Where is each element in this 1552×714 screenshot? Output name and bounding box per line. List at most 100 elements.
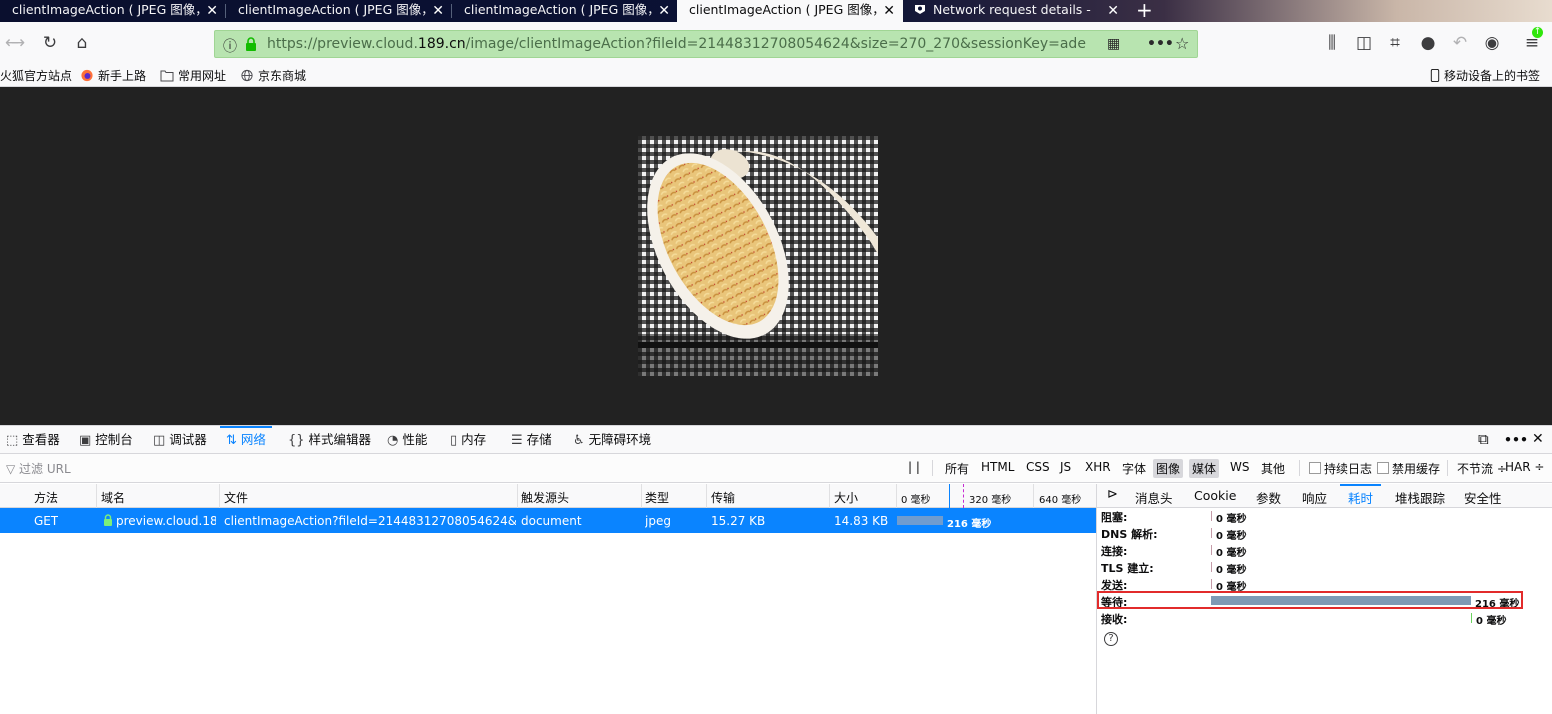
tab-response[interactable]: 响应 [1302, 488, 1327, 507]
timing-value: 0 毫秒 [1216, 531, 1247, 542]
devtools-tab-console[interactable]: ▣ 控制台 [79, 426, 133, 454]
filter-css[interactable]: CSS [1023, 459, 1053, 475]
bookmark-label: 京东商城 [258, 69, 307, 83]
dock-toggle-icon[interactable]: ⧉ [1478, 426, 1489, 454]
browser-tab-selected[interactable]: clientImageAction ( JPEG 图像， ✕ [677, 0, 903, 22]
tab-headers[interactable]: 消息头 [1135, 488, 1173, 507]
disable-cache-label[interactable]: 禁用缓存 [1389, 459, 1443, 478]
close-tab-icon[interactable]: ✕ [432, 1, 444, 21]
bookmark-item[interactable]: 火狐官方站点 [0, 67, 72, 84]
info-icon[interactable]: ⓘ [223, 36, 237, 56]
column-transferred[interactable]: 传输 [711, 489, 735, 506]
column-type[interactable]: 类型 [645, 489, 669, 506]
tab-security[interactable]: 安全性 [1464, 488, 1502, 507]
undo-icon[interactable]: ↶ [1450, 33, 1470, 53]
filter-xhr[interactable]: XHR [1082, 459, 1114, 475]
tab-strip: clientImageAction ( JPEG 图像， ✕ clientIma… [0, 0, 1552, 22]
timing-row-connect: 连接: 0 毫秒 [1101, 542, 1541, 559]
tab-timings[interactable]: 耗时 [1339, 484, 1382, 507]
lock-icon [104, 514, 112, 526]
filter-media[interactable]: 媒体 [1189, 459, 1220, 478]
tab-label: 控制台 [95, 432, 133, 447]
bookmark-item[interactable]: 新手上路 [80, 67, 146, 84]
filter-html[interactable]: HTML [978, 459, 1017, 475]
filter-other[interactable]: 其他 [1258, 459, 1288, 478]
browser-tab[interactable]: clientImageAction ( JPEG 图像， ✕ [452, 0, 678, 22]
console-icon: ▣ [79, 433, 92, 448]
library-icon[interactable]: ⫼ [1322, 33, 1342, 53]
browser-tab[interactable]: Network request details - Fir ✕ [903, 0, 1127, 22]
url-bar[interactable]: ⓘ https://preview.cloud.189.cn/image/cli… [214, 30, 1198, 58]
divider [932, 460, 933, 476]
pause-button[interactable]: | | [905, 459, 923, 475]
filter-js[interactable]: JS [1057, 459, 1074, 475]
screenshot-icon[interactable]: ⌗ [1385, 33, 1405, 53]
column-method[interactable]: 方法 [34, 489, 58, 506]
column-divider [896, 484, 897, 508]
lock-icon [246, 37, 256, 51]
tab-cookies[interactable]: Cookie [1194, 488, 1236, 503]
url-text[interactable]: https://preview.cloud.189.cn/image/clien… [267, 36, 1087, 52]
bookmark-item[interactable]: 京东商城 [240, 67, 306, 84]
network-favicon-icon [915, 5, 925, 14]
chat-icon[interactable]: ● [1418, 33, 1438, 53]
tab-label: 性能 [402, 432, 428, 447]
tab-stack-trace[interactable]: 堆栈跟踪 [1395, 488, 1445, 507]
filter-ws[interactable]: WS [1227, 459, 1252, 475]
sidebar-icon[interactable]: ◫ [1354, 33, 1374, 53]
reload-icon[interactable]: ↻ [40, 33, 60, 53]
new-tab-button[interactable]: + [1136, 0, 1153, 22]
devtools-tab-inspector[interactable]: ⬚ 查看器 [6, 426, 60, 454]
home-icon[interactable]: ⌂ [72, 33, 92, 53]
devtools-tab-performance[interactable]: ◔ 性能 [387, 426, 427, 454]
browser-tab[interactable]: clientImageAction ( JPEG 图像， ✕ [0, 0, 226, 22]
network-icon: ⇅ [226, 433, 237, 448]
browser-tab[interactable]: clientImageAction ( JPEG 图像， ✕ [226, 0, 452, 22]
tab-title: clientImageAction ( JPEG 图像， [238, 2, 426, 17]
cell-domain: preview.cloud.18... [116, 514, 216, 528]
column-cause[interactable]: 触发源头 [521, 489, 569, 506]
close-tab-icon[interactable]: ✕ [206, 1, 218, 21]
devtools-tab-style-editor[interactable]: {} 样式编辑器 [288, 426, 371, 454]
devtools-tab-memory[interactable]: ▯ 内存 [450, 426, 486, 454]
filter-fonts[interactable]: 字体 [1119, 459, 1149, 478]
devtools-tab-storage[interactable]: ☰ 存储 [511, 426, 552, 454]
devtools-tab-accessibility[interactable]: ♿ 无障碍环境 [573, 426, 651, 454]
filter-all[interactable]: 所有 [942, 459, 972, 478]
devtools-close-icon[interactable]: ✕ [1532, 426, 1544, 454]
timing-bar [1471, 613, 1472, 623]
waterfall-tick-640: 640 毫秒 [1039, 495, 1082, 506]
forward-icon[interactable]: → [8, 33, 28, 53]
mobile-bookmarks[interactable]: 移动设备上的书签 [1430, 67, 1540, 84]
persist-logs-checkbox[interactable] [1309, 462, 1321, 474]
cell-file: clientImageAction?fileId=214483127080546… [224, 514, 516, 528]
close-tab-icon[interactable]: ✕ [1107, 1, 1119, 21]
account-icon[interactable]: ◉ [1482, 33, 1502, 53]
accessibility-icon: ♿ [573, 433, 585, 448]
timing-label: 连接: [1101, 545, 1128, 558]
column-domain[interactable]: 域名 [101, 489, 125, 506]
filter-url-input[interactable]: ▽ 过滤 URL [6, 460, 71, 477]
tab-params[interactable]: 参数 [1256, 488, 1281, 507]
devtools-tab-network[interactable]: ⇅ 网络 [220, 426, 272, 454]
har-menu[interactable]: HAR ÷ [1502, 459, 1547, 475]
disable-cache-checkbox[interactable] [1377, 462, 1389, 474]
close-tab-icon[interactable]: ✕ [658, 1, 670, 21]
devtools-more-icon[interactable]: ••• [1504, 426, 1528, 454]
persist-logs-label[interactable]: 持续日志 [1321, 459, 1375, 478]
devtools-tab-debugger[interactable]: ◫ 调试器 [153, 426, 207, 454]
qr-code-icon[interactable]: ▦ [1107, 36, 1120, 52]
filter-images[interactable]: 图像 [1153, 459, 1184, 478]
timing-row-tls: TLS 建立: 0 毫秒 [1101, 559, 1541, 576]
close-tab-icon[interactable]: ✕ [883, 1, 895, 21]
timing-row-receive: 接收: 0 毫秒 [1101, 610, 1541, 627]
column-file[interactable]: 文件 [224, 489, 248, 506]
bookmark-folder[interactable]: 常用网址 [160, 67, 226, 84]
help-icon[interactable]: ? [1104, 632, 1118, 646]
table-row[interactable]: GET preview.cloud.18... clientImageActio… [0, 508, 1096, 533]
bookmark-star-icon[interactable]: ☆ [1175, 34, 1189, 53]
column-divider [641, 484, 642, 508]
column-size[interactable]: 大小 [834, 489, 858, 506]
toggle-panel-icon[interactable]: ⊳ [1107, 487, 1118, 502]
page-actions-icon[interactable]: ••• [1147, 36, 1174, 52]
